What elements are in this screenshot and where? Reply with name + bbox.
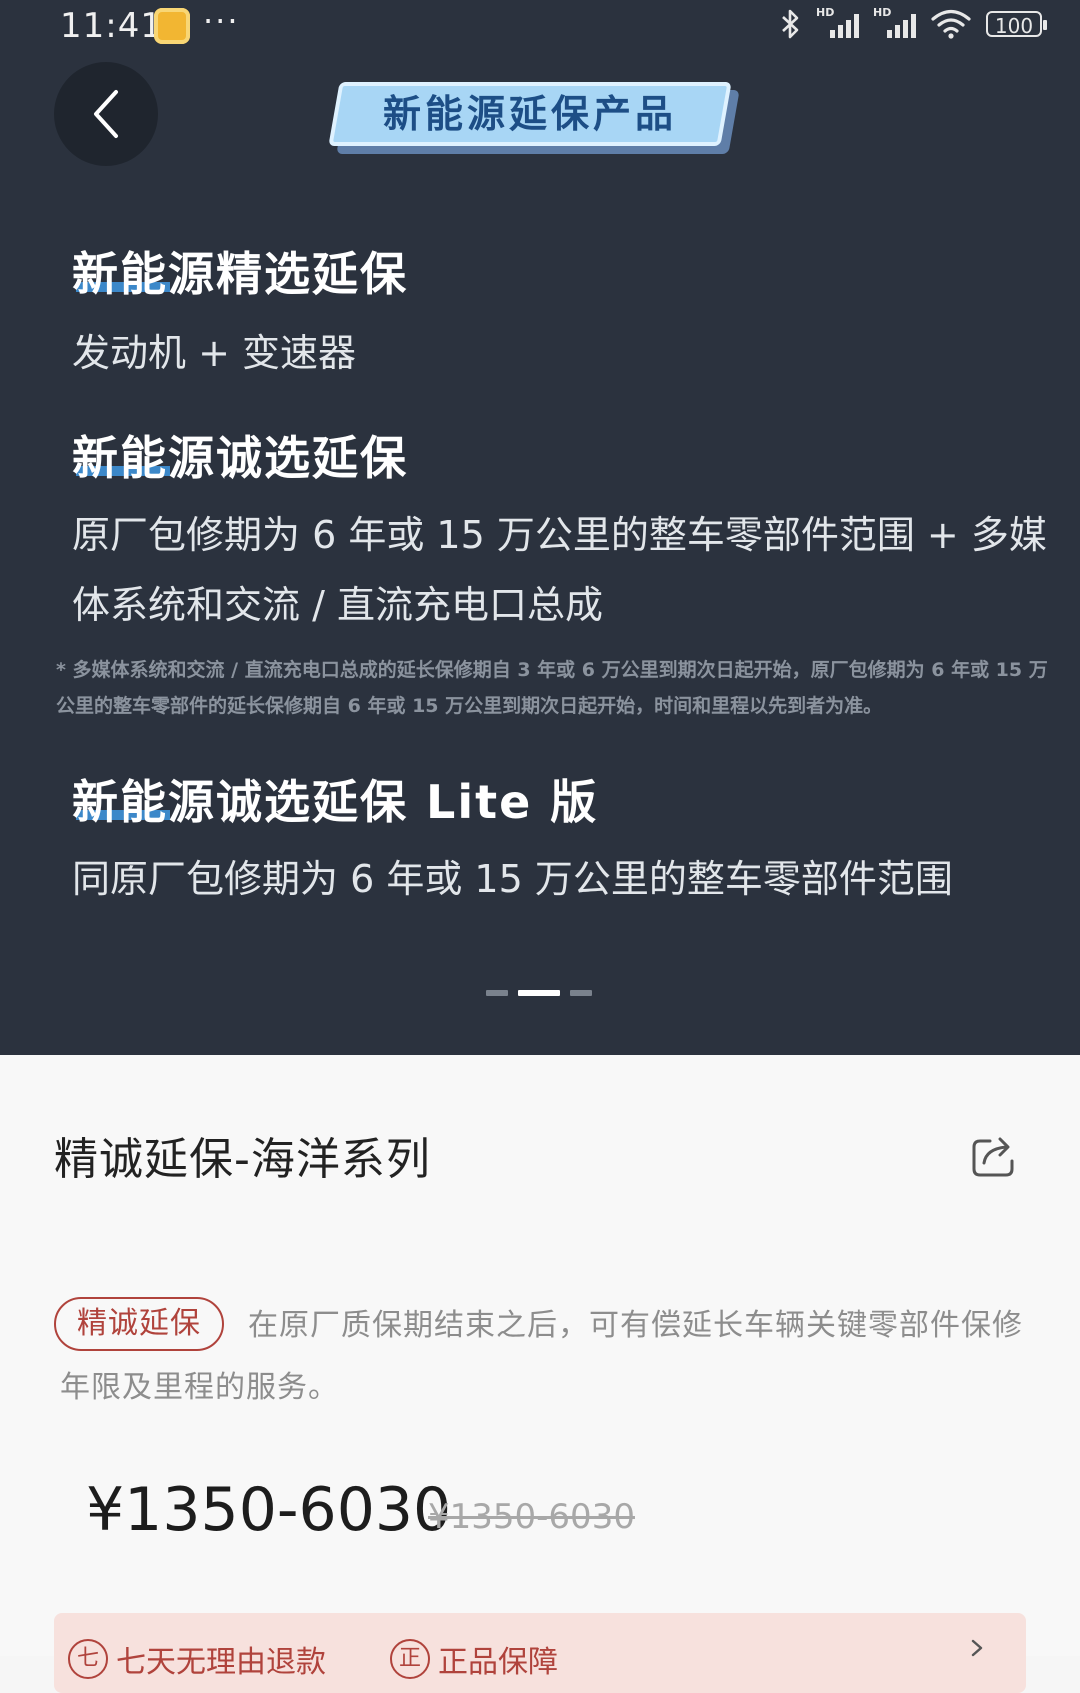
authentic-guarantee: 正 正品保障: [390, 1637, 558, 1681]
section-title-3: 新能源诚选延保 Lite 版: [72, 775, 599, 829]
notes-app-icon: [154, 8, 190, 44]
chevron-right-icon: [971, 1639, 983, 1657]
section-desc-2: 原厂包修期为 6 年或 15 万公里的整车零部件范围 + 多媒体系统和交流 / …: [72, 513, 1047, 627]
header-badge-title: 新能源延保产品: [382, 92, 677, 136]
product-title: 精诚延保-海洋系列: [54, 1134, 431, 1185]
guarantee-bar[interactable]: 七 七天无理由退款 正 正品保障: [54, 1613, 1026, 1693]
carousel-pager: [486, 990, 592, 996]
header-badge: 新能源延保产品: [328, 82, 746, 158]
status-bar: 11:41 ··· HD HD 100: [0, 0, 1080, 56]
bluetooth-icon: [782, 9, 799, 39]
battery-indicator: 100: [986, 11, 1047, 38]
share-button[interactable]: [968, 1129, 1020, 1181]
status-icons: HD HD 100: [780, 6, 1047, 40]
authentic-icon: 正: [390, 1639, 430, 1679]
pager-dot[interactable]: [570, 990, 592, 996]
section-desc-1: 发动机 + 变速器: [72, 331, 356, 375]
refund-icon: 七: [68, 1639, 108, 1679]
status-time: 11:41: [60, 6, 163, 46]
signal-icon-2: HD: [873, 6, 916, 38]
authentic-label: 正品保障: [438, 1645, 558, 1680]
refund-label: 七天无理由退款: [116, 1645, 326, 1680]
hero-banner: 11:41 ··· HD HD 100 新能源延保产品 新能源精选延保 发动机 …: [0, 0, 1080, 1055]
product-card: 精诚延保-海洋系列 在原厂质保期结束之后，可有偿延长车辆关键零部件保修年限及里程…: [0, 1055, 1080, 1693]
pager-dot-active[interactable]: [518, 990, 560, 996]
product-tag: 精诚延保: [54, 1297, 224, 1351]
more-notifications-icon: ···: [203, 2, 240, 40]
wifi-icon: [931, 9, 971, 39]
footnote: * 多媒体系统和交流 / 直流充电口总成的延长保修期自 3 年或 6 万公里到期…: [56, 659, 1048, 717]
price: ¥1350-6030: [86, 1475, 452, 1545]
back-button[interactable]: [54, 62, 158, 166]
signal-icon-1: HD: [816, 6, 859, 38]
section-title-1: 新能源精选延保: [72, 247, 408, 301]
pager-dot[interactable]: [486, 990, 508, 996]
original-price: ¥1350-6030: [428, 1497, 635, 1537]
refund-guarantee: 七 七天无理由退款: [68, 1637, 326, 1681]
chevron-left-icon: [94, 90, 118, 138]
share-icon: [972, 1137, 1014, 1177]
section-title-2: 新能源诚选延保: [72, 431, 408, 485]
section-desc-3: 同原厂包修期为 6 年或 15 万公里的整车零部件范围: [72, 857, 953, 901]
